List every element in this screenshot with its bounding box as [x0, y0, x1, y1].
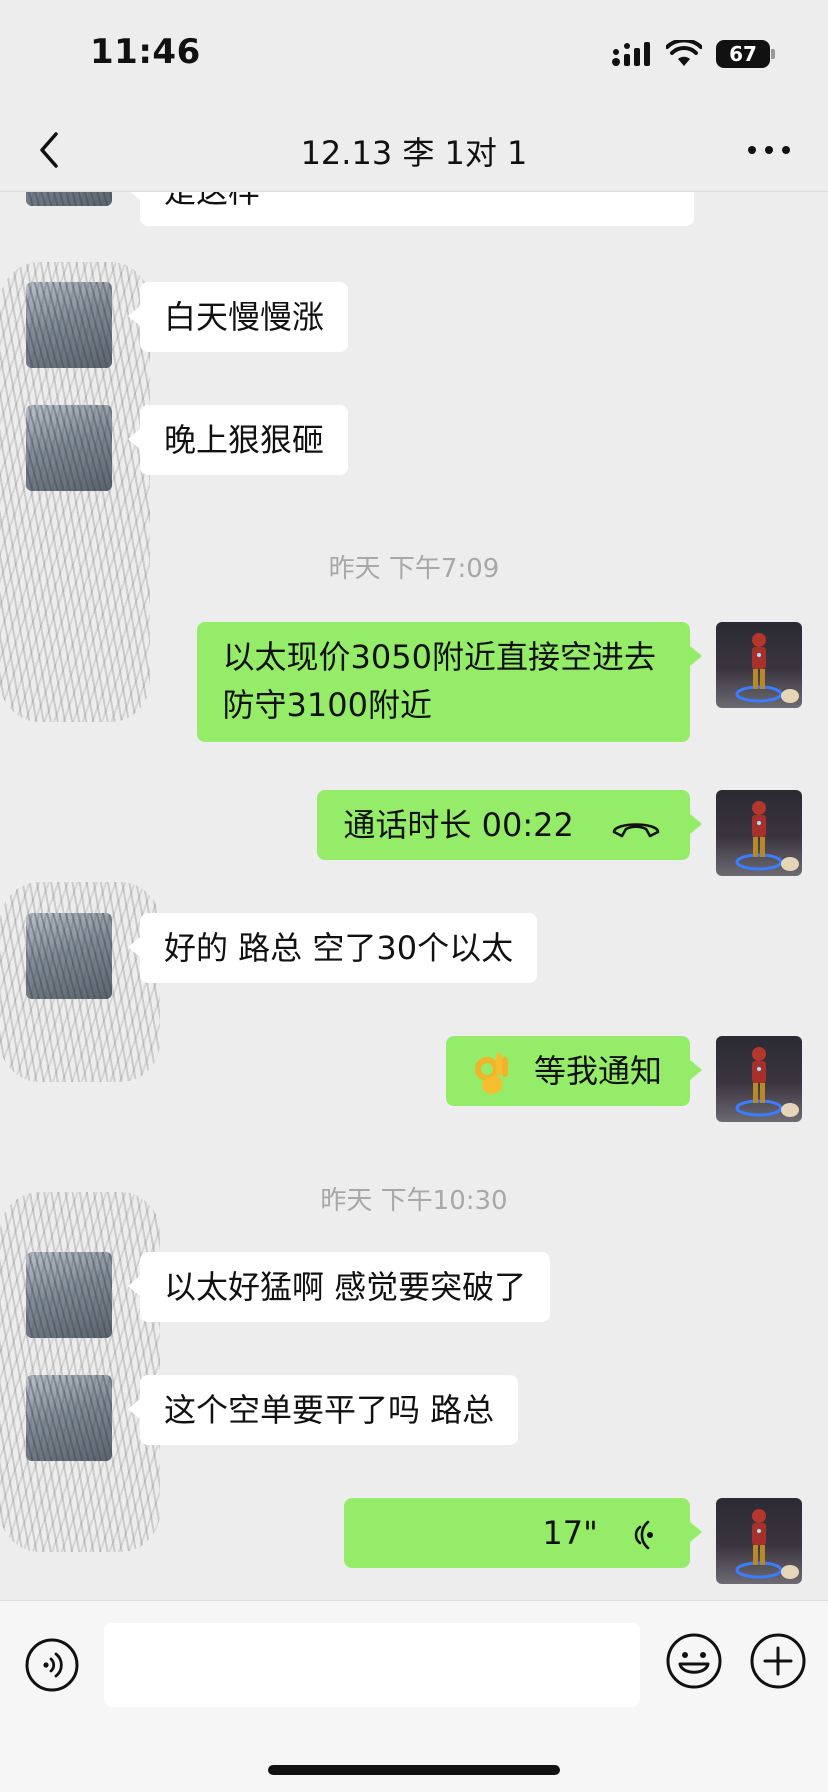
message-text-line: 以太现价3050附近直接空进去 — [222, 638, 656, 676]
voice-call-record[interactable]: 通话时长 00:22 — [317, 790, 702, 860]
contact-avatar[interactable] — [26, 913, 112, 999]
message-bubble[interactable]: 白天慢慢涨 — [127, 282, 349, 352]
message-bubble[interactable]: 以太现价3050附近直接空进去 防守3100附近 — [196, 622, 703, 742]
status-icons: 67 — [610, 40, 775, 68]
avatar-redaction — [0, 1192, 160, 1552]
battery-icon: 67 — [716, 40, 775, 68]
message-bubble[interactable]: 是这样 — [128, 192, 694, 226]
wifi-icon — [666, 40, 702, 66]
message-text: 白天慢慢涨 — [164, 298, 325, 336]
plus-icon[interactable] — [748, 1631, 808, 1691]
message-text: 以太好猛啊 感觉要突破了 — [164, 1268, 527, 1306]
contact-avatar[interactable] — [26, 405, 112, 491]
contact-avatar[interactable] — [26, 282, 112, 368]
ironman-figure-icon — [735, 633, 799, 703]
message-text: 等我通知 — [533, 1052, 662, 1090]
message-bubble[interactable]: 等我通知 — [445, 1036, 703, 1106]
message-text: 晚上狠狠砸 — [164, 421, 325, 459]
phone-hangup-icon — [612, 823, 660, 838]
message-bubble[interactable]: 以太好猛啊 感觉要突破了 — [127, 1252, 551, 1322]
message-list[interactable]: 是这样 白天慢慢涨 晚上狠狠砸 昨天 下午7:09 以太现价3050附近直接空进… — [0, 192, 828, 1600]
my-avatar[interactable] — [716, 622, 802, 708]
call-duration-text: 通话时长 00:22 — [343, 806, 574, 844]
status-bar: 11:46 67 — [0, 0, 828, 110]
message-text: 好的 路总 空了30个以太 — [164, 929, 514, 967]
voice-message[interactable]: 17" — [344, 1498, 702, 1568]
my-avatar[interactable] — [716, 790, 802, 876]
my-avatar[interactable] — [716, 1498, 802, 1584]
more-options-icon[interactable] — [744, 130, 794, 170]
contact-avatar[interactable] — [26, 1375, 112, 1461]
voice-wave-icon — [634, 1520, 653, 1550]
message-bubble[interactable]: 这个空单要平了吗 路总 — [127, 1375, 519, 1445]
contact-avatar[interactable] — [26, 1252, 112, 1338]
status-time: 11:46 — [90, 32, 201, 72]
ironman-figure-icon — [735, 1047, 799, 1117]
message-input[interactable] — [104, 1623, 640, 1707]
message-bubble[interactable]: 晚上狠狠砸 — [127, 405, 349, 475]
message-text: 是这样 — [164, 192, 260, 210]
chat-header: 12.13 李 1对 1 — [0, 110, 828, 192]
home-indicator — [268, 1765, 560, 1775]
voice-duration: 17" — [542, 1514, 598, 1552]
ok-hand-emoji-icon — [474, 1053, 508, 1094]
my-avatar[interactable] — [716, 1036, 802, 1122]
emoji-icon[interactable] — [664, 1631, 724, 1691]
message-text: 这个空单要平了吗 路总 — [164, 1391, 495, 1429]
input-bar — [0, 1600, 828, 1792]
contact-avatar[interactable] — [26, 192, 112, 206]
ironman-figure-icon — [735, 1509, 799, 1579]
time-divider: 昨天 下午7:09 — [328, 554, 500, 584]
chat-title: 12.13 李 1对 1 — [300, 134, 528, 172]
message-text-line: 防守3100附近 — [222, 686, 432, 724]
time-divider: 昨天 下午10:30 — [320, 1186, 508, 1216]
cellular-signal-icon — [612, 42, 650, 66]
message-bubble[interactable]: 好的 路总 空了30个以太 — [127, 913, 538, 983]
voice-input-icon[interactable] — [24, 1637, 80, 1693]
battery-level: 67 — [729, 42, 757, 66]
ironman-figure-icon — [735, 801, 799, 871]
